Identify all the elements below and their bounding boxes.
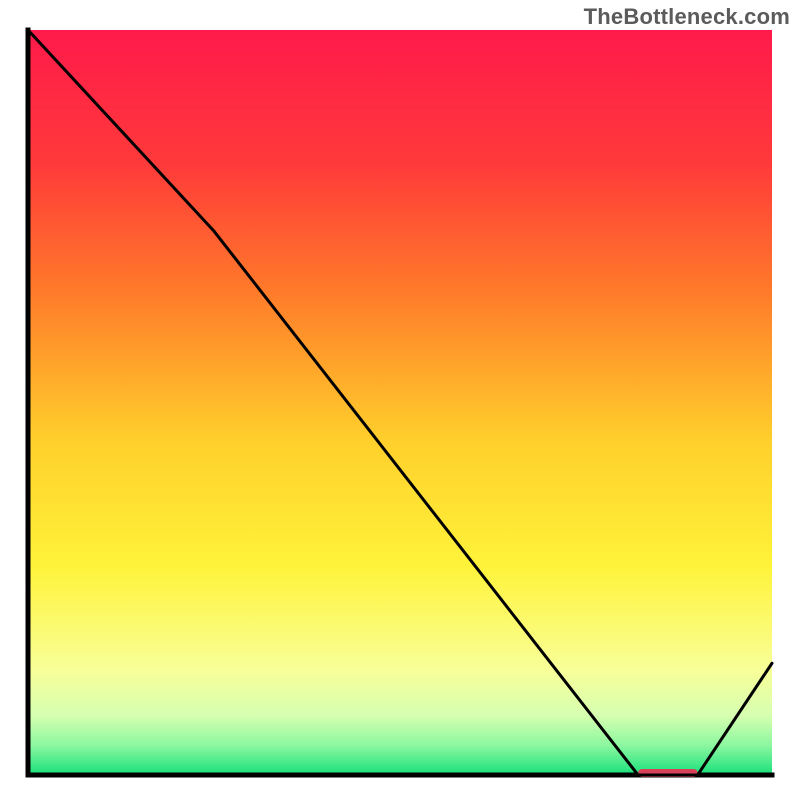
plot-background [28,30,772,775]
bottleneck-chart [0,0,800,800]
